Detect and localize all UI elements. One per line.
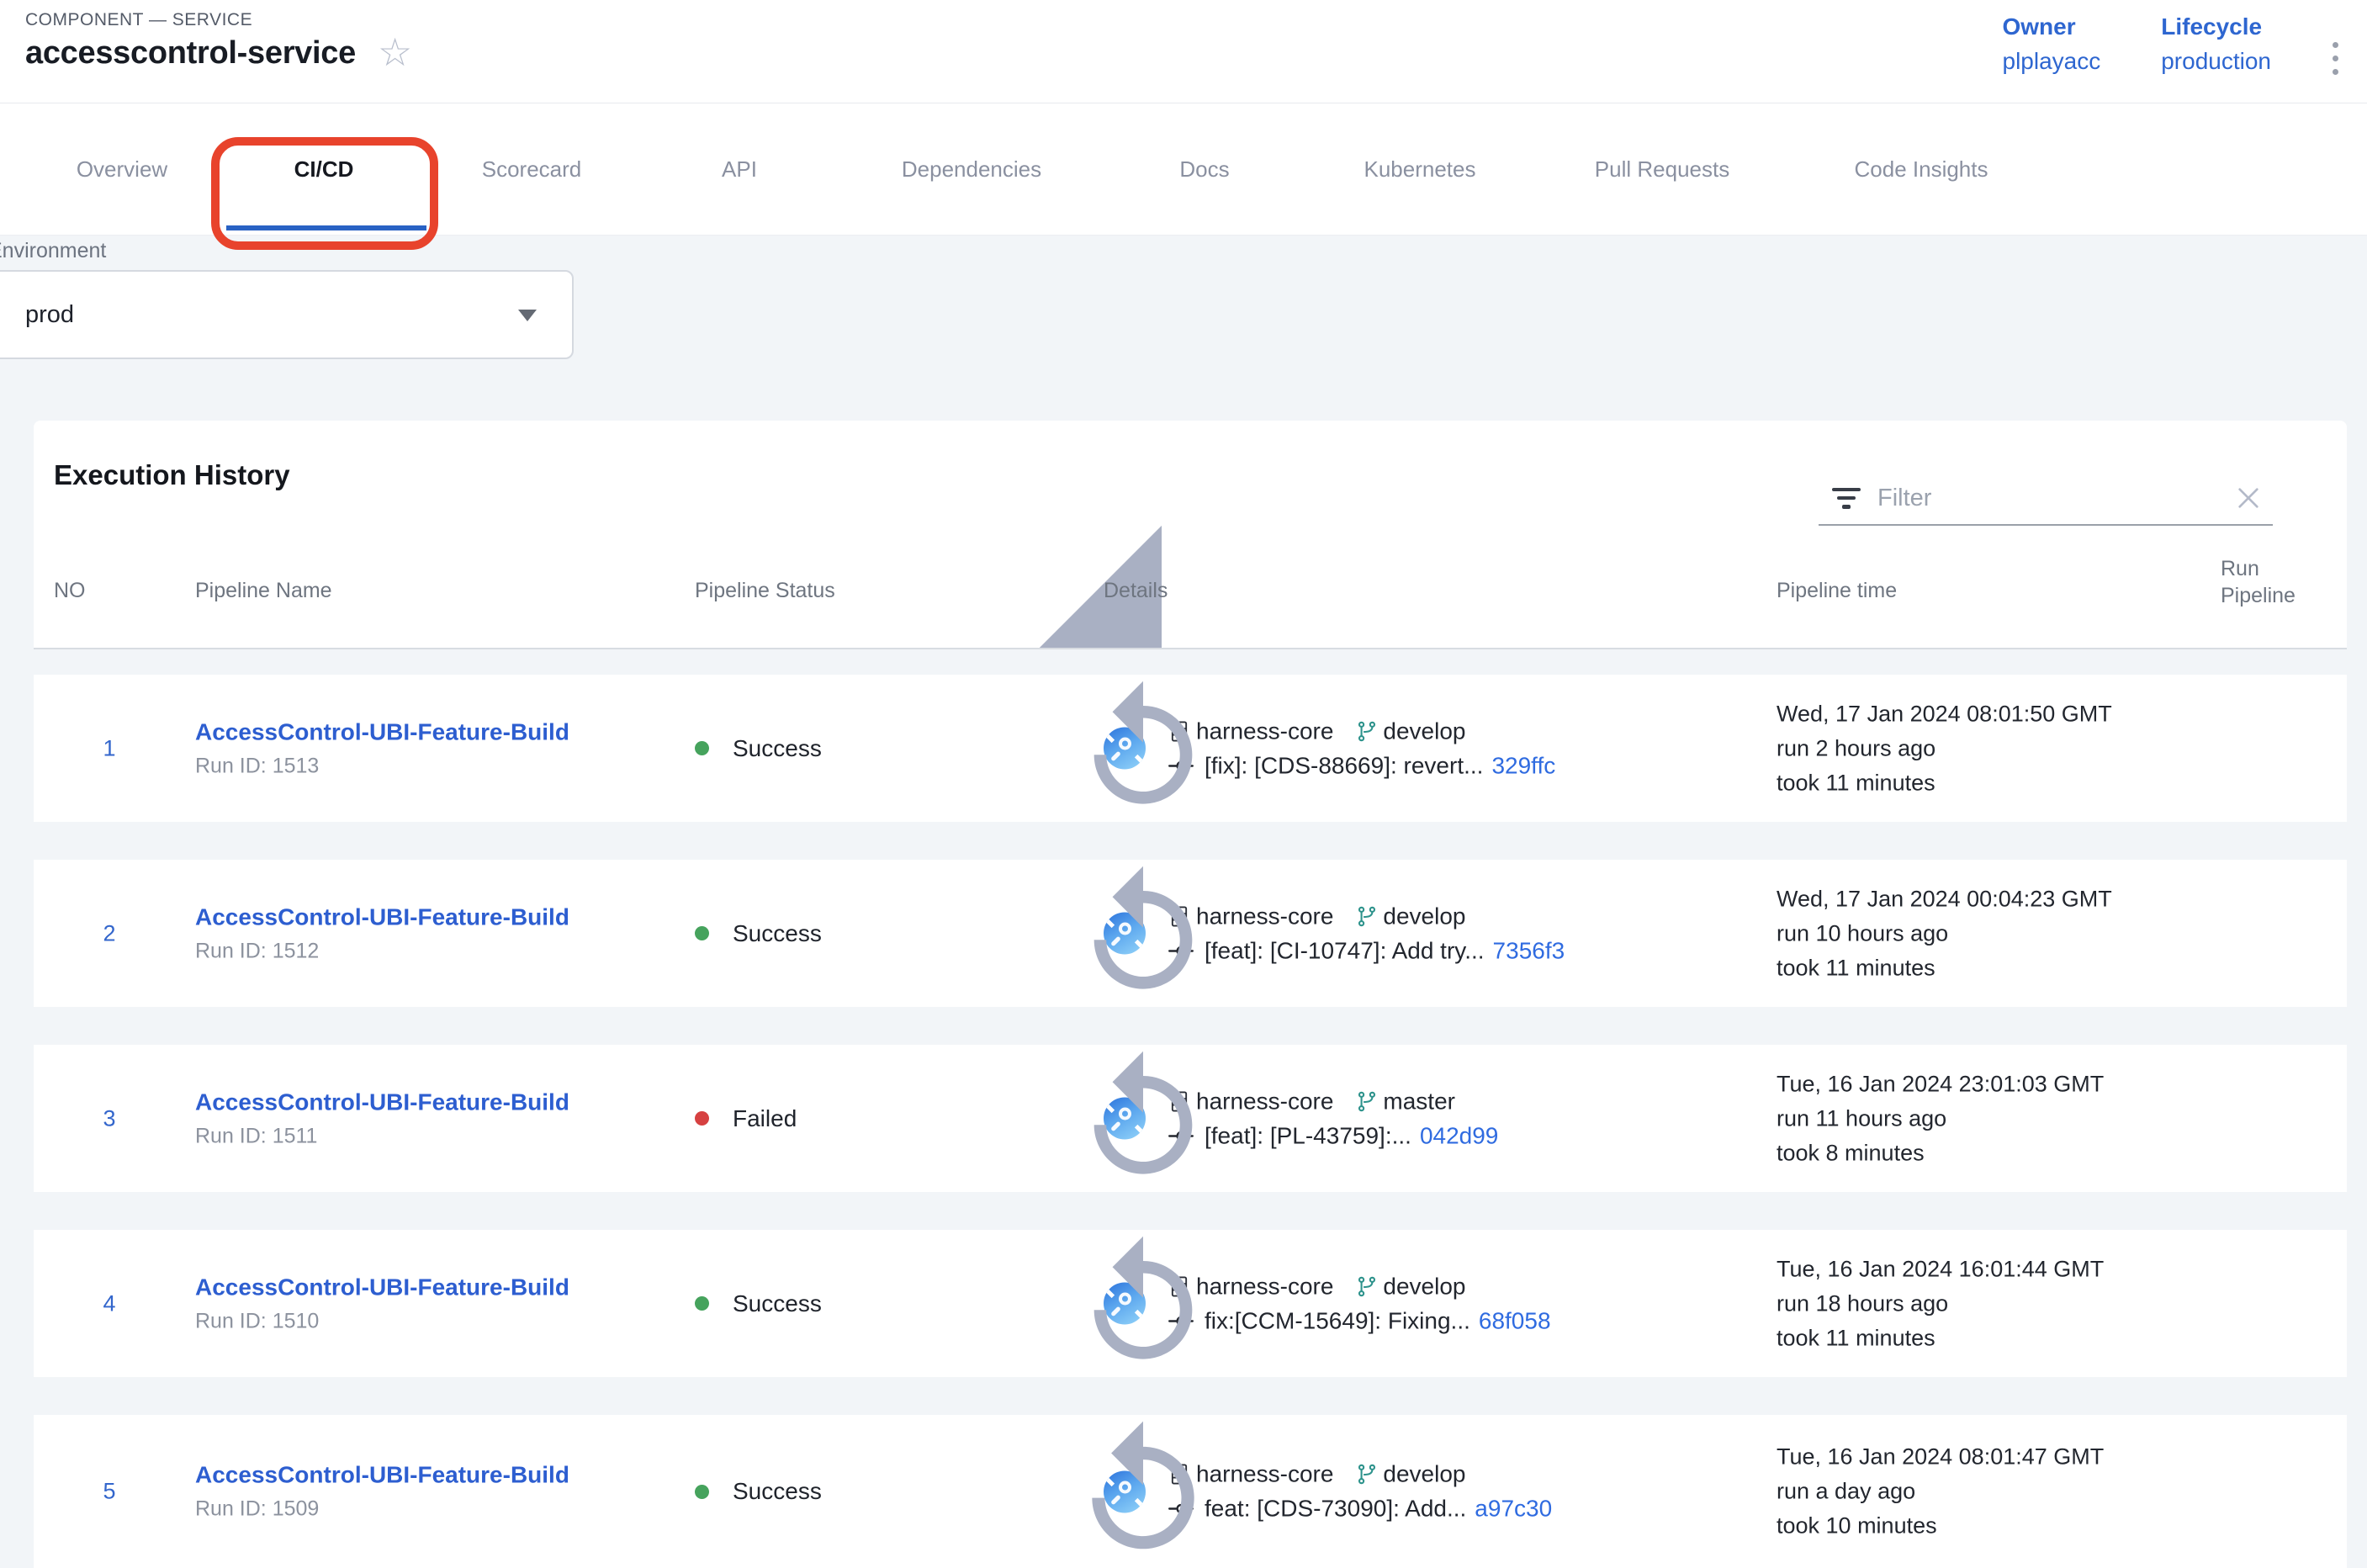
table-row: 1 AccessControl-UBI-Feature-Build Run ID… bbox=[34, 675, 2347, 822]
execution-history-card: Execution History NO Pipeline Name Pipel… bbox=[34, 421, 2347, 1568]
page-title: accesscontrol-service bbox=[25, 35, 356, 72]
run-pipeline-icon[interactable] bbox=[0, 1045, 2300, 1192]
run-pipeline-icon[interactable] bbox=[0, 1415, 2300, 1568]
tab-kubernetes[interactable]: Kubernetes bbox=[1364, 103, 1476, 235]
owner-link[interactable]: plplayacc bbox=[2003, 48, 2101, 75]
tab-overview[interactable]: Overview bbox=[77, 103, 167, 235]
environment-selected-value: prod bbox=[25, 301, 74, 329]
run-pipeline-icon[interactable] bbox=[0, 675, 2300, 822]
lifecycle-value: production bbox=[2161, 48, 2271, 75]
owner-label: Owner bbox=[2003, 13, 2101, 40]
favorite-star-icon[interactable]: ☆ bbox=[378, 33, 412, 72]
more-options-kebab-icon[interactable] bbox=[2327, 37, 2343, 80]
tab-scorecard[interactable]: Scorecard bbox=[482, 103, 582, 235]
entity-meta: Owner plplayacc Lifecycle production bbox=[2003, 13, 2272, 75]
tab-dependencies[interactable]: Dependencies bbox=[902, 103, 1041, 235]
service-page: COMPONENT — SERVICE accesscontrol-servic… bbox=[0, 0, 2367, 1568]
entity-tabs: Overview CI/CD Scorecard API Dependencie… bbox=[0, 103, 2367, 236]
execution-history-rows: 1 AccessControl-UBI-Feature-Build Run ID… bbox=[34, 649, 2347, 1568]
run-pipeline-icon[interactable] bbox=[0, 860, 2300, 1007]
tab-code-insights[interactable]: Code Insights bbox=[1855, 103, 1988, 235]
environment-label: Environment bbox=[0, 239, 106, 263]
col-header-pipeline-status: Pipeline Status bbox=[695, 579, 835, 603]
tab-api[interactable]: API bbox=[722, 103, 757, 235]
col-header-pipeline-time: Pipeline time bbox=[1777, 579, 1897, 603]
tab-pull-requests[interactable]: Pull Requests bbox=[1595, 103, 1729, 235]
tab-docs[interactable]: Docs bbox=[1179, 103, 1229, 235]
run-pipeline-icon[interactable] bbox=[0, 1230, 2300, 1377]
environment-select[interactable]: prod bbox=[0, 270, 574, 359]
entity-header: COMPONENT — SERVICE accesscontrol-servic… bbox=[0, 0, 2367, 103]
table-row: 3 AccessControl-UBI-Feature-Build Run ID… bbox=[34, 1045, 2347, 1192]
lifecycle-label: Lifecycle bbox=[2161, 13, 2271, 40]
col-header-pipeline-name: Pipeline Name bbox=[195, 579, 332, 603]
chevron-down-icon bbox=[518, 310, 537, 321]
table-row: 4 AccessControl-UBI-Feature-Build Run ID… bbox=[34, 1230, 2347, 1377]
table-row: 5 AccessControl-UBI-Feature-Build Run ID… bbox=[34, 1415, 2347, 1568]
col-header-run-pipeline: Run Pipeline bbox=[2221, 555, 2322, 609]
table-row: 2 AccessControl-UBI-Feature-Build Run ID… bbox=[34, 860, 2347, 1007]
entity-kind-label: COMPONENT — SERVICE bbox=[25, 10, 252, 30]
annotation-cicd-highlight bbox=[211, 137, 438, 250]
col-header-details: Details bbox=[1104, 579, 1168, 603]
col-header-no: NO bbox=[54, 579, 86, 603]
